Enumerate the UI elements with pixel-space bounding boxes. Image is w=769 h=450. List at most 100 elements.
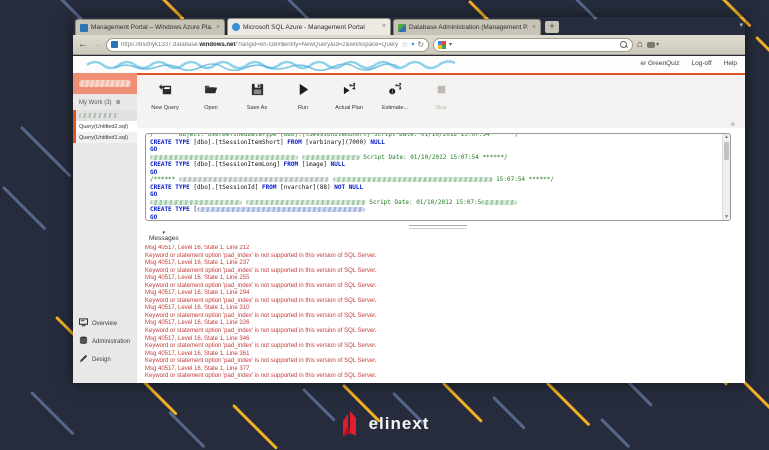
scrollbar-thumb[interactable] [724,142,729,160]
url-text[interactable]: https://bsdhyk1337.database.windows.net/… [121,42,398,48]
sql-token: FROM [287,139,305,146]
my-work-label: My Work (3) [79,100,112,106]
portal-page: er GreenQuiz Log-off Help My Work (3) ⊕ … [73,56,745,383]
redacted-sql-scribble [179,177,329,182]
tab-title: Management Portal – Windows Azure Pla... [91,24,213,31]
toolbar-button-label: Actual Plan [335,105,363,111]
new-query-button[interactable]: New Query [147,82,183,128]
sql-line: GO [150,191,720,199]
redacted-sql-scribble [150,155,298,160]
sidebar-item-overview[interactable]: Overview [79,318,130,329]
bookmark-star-icon[interactable]: ☆ [401,41,408,49]
tab-strip: Management Portal – Windows Azure Pla...… [73,17,745,35]
brand-logo-icon [340,411,360,436]
redacted-item-scribble [79,113,119,118]
sidebar-item-design[interactable]: Design [79,354,130,365]
help-link[interactable]: Help [724,60,737,67]
panel-splitter[interactable] [145,225,731,228]
sql-azure-favicon-icon [232,23,240,31]
sql-token: Script Date: 01/10/2012 15:07:54 ******/ [360,154,508,161]
new-tab-button[interactable]: + [545,21,559,33]
sidebar-bottom-nav: Overview Administration Design [79,318,130,365]
work-item-1[interactable] [73,110,137,121]
azure-favicon-icon [80,24,88,32]
brand-name: elinext [369,414,430,434]
tools-button[interactable]: ▾ [647,41,659,48]
search-icon[interactable] [620,41,628,49]
toolbar-button-label: Estimate... [382,105,408,111]
search-engine-icon [438,41,446,49]
run-button[interactable]: Run [285,82,321,128]
sidebar-item-label: Design [92,357,111,363]
editor-scrollbar[interactable]: ▲ ▼ [722,134,730,220]
sql-line: CREATE TYPE [dbo].[tSessionId] FROM [nva… [150,184,720,192]
sql-token: GO [150,214,157,221]
redacted-server-info-scribble [85,58,465,71]
sql-token: [dbo].[tSessionItemShort] [193,139,287,146]
sql-token: [dbo].[tSessionItemLong] [193,161,283,168]
tab-messages[interactable]: ▾ Messages [149,231,179,242]
sql-token: CREATE TYPE [150,206,193,213]
tab-close-icon[interactable]: × [382,24,386,30]
scroll-down-icon[interactable]: ▼ [723,214,730,220]
error-message-line: Msg 40517, Level 16, State 1, Line 326 [145,320,739,328]
messages-tab-label: Messages [149,235,179,242]
db-admin-favicon-icon [398,24,406,32]
sql-token: Script Date: 01/10/2012 15:07:5 [366,199,482,206]
redacted-sql-scribble [246,200,366,205]
forward-button: → [92,40,102,50]
error-message-line: Keyword or statement option 'pad_index' … [145,253,739,261]
selected-database-block[interactable] [73,73,137,94]
browser-tab-2[interactable]: Microsoft SQL Azure - Management Portal … [227,18,391,35]
actual-plan-button[interactable]: Actual Plan [331,82,367,128]
toolbar-button-label: Stop [435,105,446,111]
query-workspace: New Query Open Save As Run Actual Plan iEstim… [137,73,745,383]
expand-icon[interactable]: ⊕ [116,99,121,106]
save-as-button[interactable]: Save As [239,82,275,128]
splitter-grip[interactable] [409,225,467,229]
sql-editor[interactable]: /****** Object: UserDefinedDataType [dbo… [145,133,731,221]
sidebar-item-label: Overview [92,321,117,327]
tab-title: Microsoft SQL Azure - Management Portal [243,24,379,31]
browser-tab-3[interactable]: Database Administration (Management P...… [393,19,541,35]
tab-close-icon[interactable]: × [532,25,536,31]
error-message-line: Msg 40517, Level 16, State 1, Line 377 [145,366,739,374]
url-dropdown-icon[interactable]: ▾ [411,41,414,48]
home-button[interactable]: ⌂ [637,40,643,50]
close-icon[interactable]: × [730,121,735,129]
search-input[interactable]: ▾ [433,38,633,52]
sql-line: GO [150,169,720,177]
sql-token: FROM [284,161,302,168]
back-button[interactable]: ← [78,40,88,50]
search-engine-dropdown-icon[interactable]: ▾ [449,41,452,48]
url-bar[interactable]: https://bsdhyk1337.database.windows.net/… [106,38,429,52]
estimate-button[interactable]: iEstimate... [377,82,413,128]
brand-footer: elinext [0,411,769,436]
run-icon [296,82,311,102]
tab-close-icon[interactable]: × [216,25,220,31]
sql-token: 15:07:54 ******/ [493,176,554,183]
scroll-up-icon[interactable]: ▲ [723,134,730,140]
redacted-sql-scribble [150,200,242,205]
tab-overflow-icon[interactable]: ▾ [739,21,743,29]
work-item-3[interactable]: Query(Untitled1.sql) [73,132,137,143]
browser-tab-1[interactable]: Management Portal – Windows Azure Pla...… [75,19,225,35]
sql-line: CREATE TYPE [ [150,206,720,214]
messages-panel: Msg 40517, Level 16, State 1, Line 212Ke… [145,245,739,383]
actual-plan-icon [342,82,357,102]
sql-editor-text: /****** Object: UserDefinedDataType [dbo… [150,133,720,221]
sql-token: GO [150,169,157,176]
work-item-2[interactable]: Query(Untitled2.sql) [73,121,137,132]
open-icon [204,82,219,102]
sidebar-item-administration[interactable]: Administration [79,336,130,347]
toolbar-button-label: Save As [247,105,267,111]
sql-token: CREATE TYPE [150,139,193,146]
tab-title: Database Administration (Management P... [409,24,529,31]
refresh-icon[interactable]: ↻ [417,41,424,49]
sql-token: NOT NULL [334,184,363,191]
browser-window: Management Portal – Windows Azure Pla...… [73,17,745,383]
logoff-link[interactable]: Log-off [692,60,712,67]
open-button[interactable]: Open [193,82,229,128]
sql-line: /****** 15:07:54 ******/ [150,176,720,184]
sql-line: CREATE TYPE [dbo].[tSessionItemShort] FR… [150,139,720,147]
